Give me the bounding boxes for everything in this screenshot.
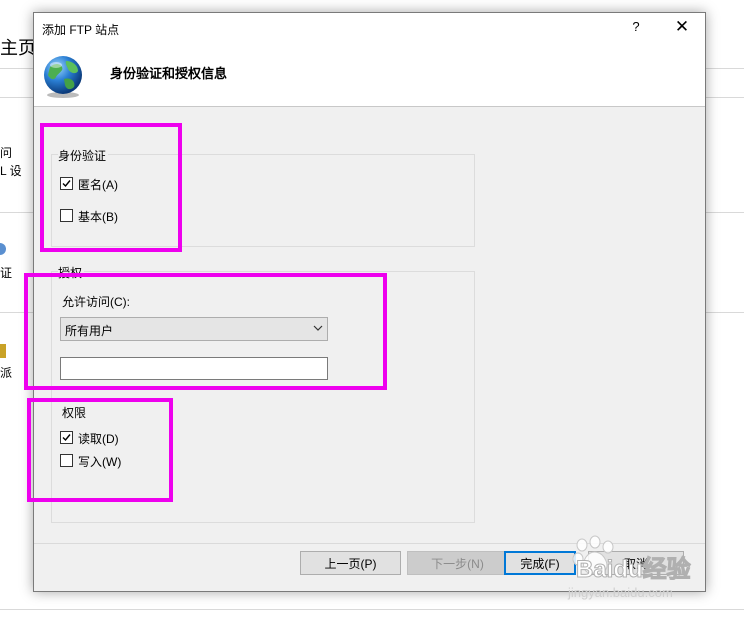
globe-icon [44,56,82,98]
wizard-header: 身份验证和授权信息 [34,43,705,107]
finish-button[interactable]: 完成(F) [504,551,576,575]
page-title: 身份验证和授权信息 [110,66,228,81]
help-button[interactable]: ? [628,19,644,37]
highlight-box [24,273,387,390]
title-bar: 添加 FTP 站点 ? ✕ [34,13,705,43]
next-button[interactable]: 下一步(N) [407,551,508,575]
previous-button[interactable]: 上一页(P) [300,551,401,575]
watermark-url: jingyan.baidu.com [568,585,673,600]
background-item: 问 [0,146,13,160]
background-icon [0,243,6,255]
background-item: 派 [0,366,13,380]
background-item: 证 [0,266,13,280]
highlight-box [40,123,182,252]
background-item: L 设 [0,164,22,178]
close-button[interactable]: ✕ [672,17,692,37]
highlight-box [27,398,173,502]
background-title: 主页 [0,38,36,58]
watermark-brand: Baidu经验 [576,556,692,584]
dialog-title: 添加 FTP 站点 [42,23,120,37]
baidu-watermark: Baidu经验 jingyan.baidu.com [568,535,744,605]
background-icon [0,344,6,358]
